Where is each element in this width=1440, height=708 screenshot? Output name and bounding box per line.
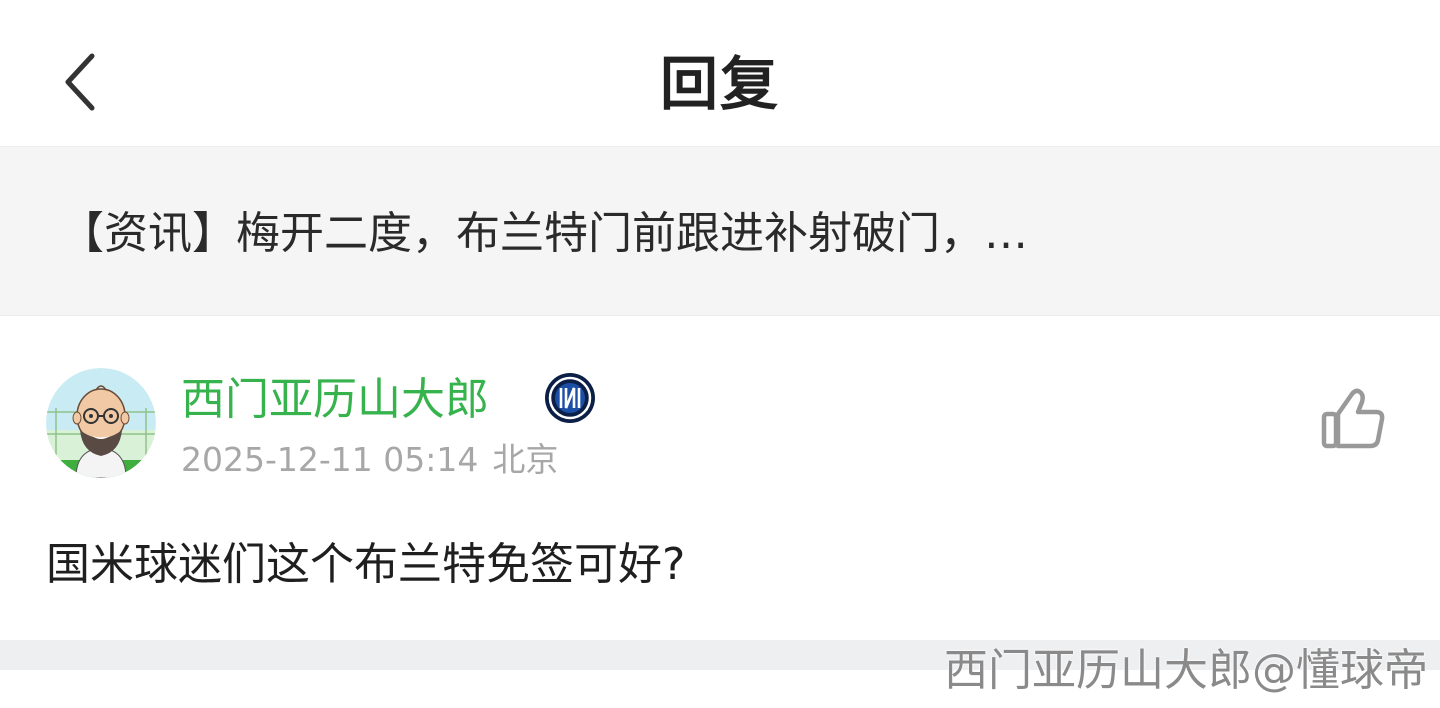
top-nav-bar: 回复 [0, 0, 1440, 146]
avatar[interactable] [46, 368, 156, 478]
timestamp: 2025-12-11 05:14 [181, 440, 479, 479]
thumbs-up-icon [1321, 388, 1385, 449]
comment-meta: 2025-12-11 05:14 北京 [181, 436, 558, 484]
comment-body: 国米球迷们这个布兰特免签可好? [46, 539, 686, 590]
inter-milan-badge-icon [544, 372, 596, 424]
page-title: 回复 [659, 50, 780, 118]
reply-page: 回复 【资讯】梅开二度，布兰特门前跟进补射破门，… 西门亚历山大郎 2025-1… [0, 0, 1440, 708]
username[interactable]: 西门亚历山大郎 [181, 370, 489, 430]
location: 北京 [492, 440, 559, 479]
like-button[interactable] [1318, 386, 1388, 452]
source-article-title[interactable]: 【资讯】梅开二度，布兰特门前跟进补射破门，… [60, 196, 1360, 272]
watermark: 西门亚历山大郎@懂球帝 [944, 645, 1428, 696]
